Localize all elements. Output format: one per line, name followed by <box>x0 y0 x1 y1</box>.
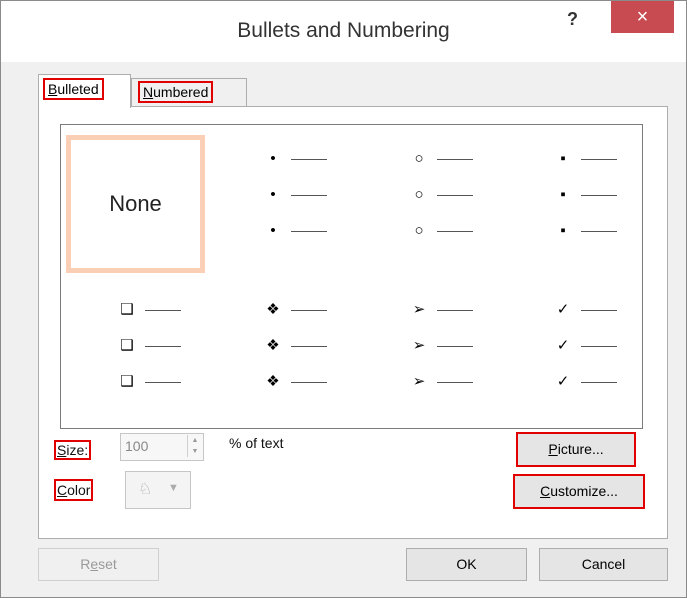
box-bullet-icon: ❑ <box>120 373 134 390</box>
bullets-numbering-dialog: Bullets and Numbering ? × Bulleted Numbe… <box>0 0 687 598</box>
bullet-option-diamond[interactable]: ❖ ❖ ❖ <box>261 300 407 440</box>
circle-bullet-icon: ○ <box>414 150 424 167</box>
size-suffix: % of text <box>229 435 284 451</box>
square-bullet-icon: ▪ <box>560 186 566 203</box>
reset-button[interactable]: Reset <box>38 548 159 581</box>
tab-bulleted-label: Bulleted <box>43 78 104 100</box>
bullet-option-none[interactable]: None <box>66 135 205 273</box>
checkmark-bullet-icon: ✓ <box>556 301 570 318</box>
checkmark-bullet-icon: ✓ <box>556 373 570 390</box>
bullet-option-arrow[interactable]: ➢ ➢ ➢ <box>407 300 553 440</box>
arrow-bullet-icon: ➢ <box>412 337 426 354</box>
dot-bullet-icon: • <box>270 186 276 203</box>
bullet-gallery: None • • • ○ ○ ○ ▪ ▪ ▪ ❑ ❑ ❑ ❖ ❖ ❖ ➢ ➢ ➢… <box>60 124 643 429</box>
circle-bullet-icon: ○ <box>414 222 424 239</box>
bullet-option-square[interactable]: ▪ ▪ ▪ <box>551 149 687 289</box>
dot-bullet-icon: • <box>270 150 276 167</box>
cancel-button[interactable]: Cancel <box>539 548 668 581</box>
dot-bullet-icon: • <box>270 222 276 239</box>
tab-numbered[interactable]: Numbered <box>131 78 247 108</box>
box-bullet-icon: ❑ <box>120 337 134 354</box>
bullet-option-dot[interactable]: • • • <box>261 149 407 289</box>
help-button[interactable]: ? <box>567 9 578 30</box>
size-value: 100 <box>125 438 149 454</box>
bullet-option-circle[interactable]: ○ ○ ○ <box>407 149 553 289</box>
size-spin-arrows[interactable]: ▲ ▼ <box>187 435 202 457</box>
size-label: Size: <box>54 440 92 460</box>
dialog-title: Bullets and Numbering <box>237 19 450 42</box>
arrow-bullet-icon: ➢ <box>412 301 426 318</box>
diamond-bullet-icon: ❖ <box>266 373 280 390</box>
square-bullet-icon: ▪ <box>560 222 566 239</box>
customize-button[interactable]: Customize... <box>513 474 645 509</box>
arrow-bullet-icon: ➢ <box>412 373 426 390</box>
title-bar: Bullets and Numbering ? × <box>1 1 686 62</box>
diamond-bullet-icon: ❖ <box>266 301 280 318</box>
color-label: Color <box>54 479 94 501</box>
bullet-option-checkmark[interactable]: ✓ ✓ ✓ <box>551 300 687 440</box>
diamond-bullet-icon: ❖ <box>266 337 280 354</box>
box-bullet-icon: ❑ <box>120 301 134 318</box>
bulleted-panel: None • • • ○ ○ ○ ▪ ▪ ▪ ❑ ❑ ❑ ❖ ❖ ❖ ➢ ➢ ➢… <box>38 106 668 539</box>
close-button[interactable]: × <box>611 1 674 33</box>
size-spinner[interactable]: 100 ▲ ▼ <box>120 433 204 461</box>
ok-button[interactable]: OK <box>406 548 527 581</box>
circle-bullet-icon: ○ <box>414 186 424 203</box>
color-picker-button[interactable]: ♘ ▼ <box>125 471 191 509</box>
bullet-option-box[interactable]: ❑ ❑ ❑ <box>115 300 261 440</box>
chevron-down-icon: ▼ <box>168 482 179 494</box>
tab-numbered-label: Numbered <box>138 81 214 103</box>
picture-button[interactable]: Picture... <box>516 432 636 467</box>
square-bullet-icon: ▪ <box>560 150 566 167</box>
paint-bucket-icon: ♘ <box>138 481 153 498</box>
checkmark-bullet-icon: ✓ <box>556 337 570 354</box>
tab-bulleted[interactable]: Bulleted <box>38 74 131 108</box>
